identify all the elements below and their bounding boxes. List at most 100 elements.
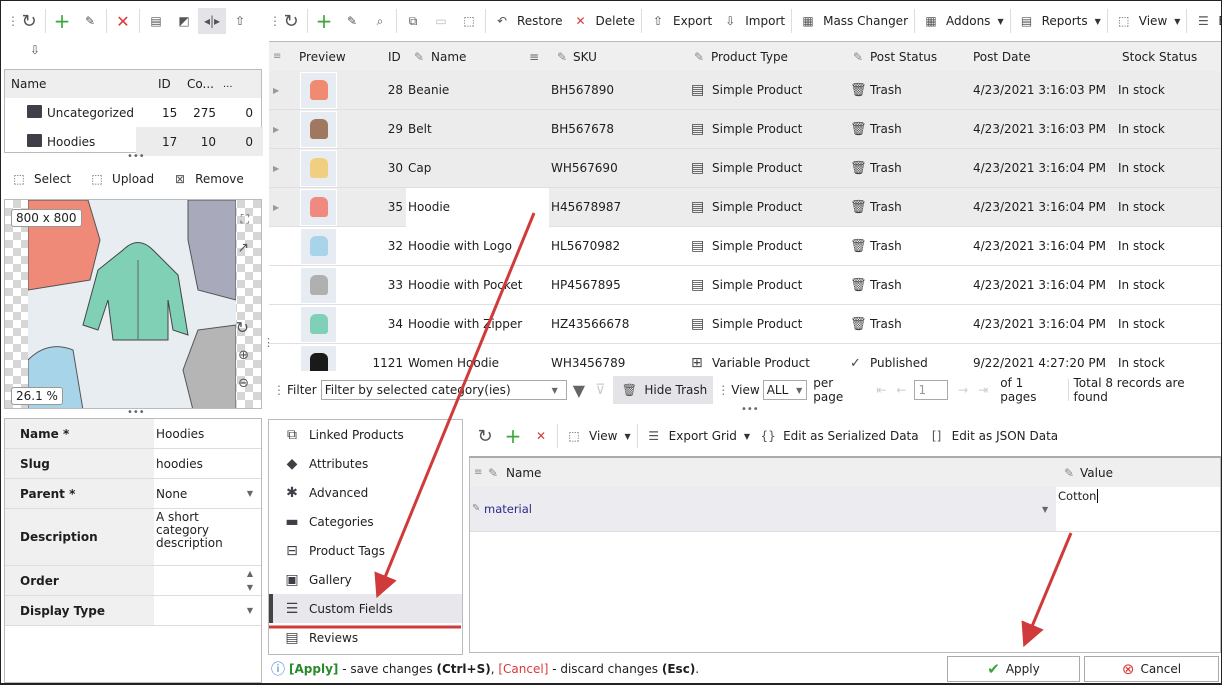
product-stock[interactable]: In stock [1118,200,1165,214]
refresh-button[interactable]: ↻ [15,8,43,34]
import-button[interactable]: ⇩ [21,37,49,63]
product-thumbnail[interactable] [300,110,337,148]
product-thumbnail[interactable] [300,305,337,343]
resize-handle[interactable]: ••• [127,151,145,162]
row-expand-icon[interactable]: ▶ [273,86,279,95]
field-name-cell[interactable]: material [484,502,532,516]
tab-categories[interactable]: ▬ Categories [269,507,462,536]
view-button[interactable]: ⬚ View ▼ [1110,8,1185,34]
product-sku[interactable]: HP4567895 [551,278,621,292]
paste-button[interactable]: ▭ [427,8,455,34]
field-value-input[interactable]: Cotton [1056,487,1220,531]
preview-button[interactable]: ▤ [142,8,170,34]
edit-serialized-button[interactable]: {} Edit as Serialized Data [754,423,923,449]
zoom-out-icon[interactable]: ⊖ [238,376,249,391]
property-input[interactable]: None ▼ [154,479,261,508]
product-row[interactable]: ▶ 29 Belt BH567678 ▤ Simple Product 🗑 Trash 4/23… [269,110,1221,149]
product-sku[interactable]: BH567678 [551,122,614,136]
toggle-button[interactable]: ◩ [170,8,198,34]
product-stock[interactable]: In stock [1118,83,1165,97]
edit-button[interactable]: ✎ [76,8,104,34]
product-type[interactable]: Simple Product [712,278,802,292]
product-name[interactable]: Hoodie [408,200,450,214]
product-name[interactable]: Hoodie with Pocket [408,278,523,292]
product-status[interactable]: Trash [870,200,902,214]
hide-trash-button[interactable]: 🗑 Hide Trash [613,376,714,404]
col-id[interactable]: ID [388,50,401,64]
add-field-button[interactable]: + [499,423,527,449]
mass-changer-button[interactable]: ▦ Mass Changer [794,8,912,34]
product-type[interactable]: Simple Product [712,122,802,136]
refresh-button[interactable]: ↻ [471,423,499,449]
product-status[interactable]: Trash [870,122,902,136]
col-date[interactable]: Post Date [973,50,1031,64]
category-row[interactable]: Uncategorized 15 275 0 [5,98,261,127]
chevron-down-icon[interactable]: ▼ [1042,505,1048,514]
product-type[interactable]: Simple Product [712,83,802,97]
custom-field-row[interactable]: ✎ material ▼ Cotton [470,487,1220,532]
product-name[interactable]: Hoodie with Logo [408,239,512,253]
view-button[interactable]: ⬚ View ▼ [560,423,635,449]
product-row[interactable]: ▶ 35 Hoodie H45678987 ▤ Simple Product 🗑 Trash 4… [269,188,1221,227]
product-stock[interactable]: In stock [1118,356,1165,370]
product-status[interactable]: Trash [870,239,902,253]
prev-page-icon[interactable]: ← [896,383,906,397]
product-name[interactable]: Cap [408,161,431,175]
refresh-button[interactable]: ↻ [277,8,305,34]
product-status[interactable]: Trash [870,317,902,331]
col-name[interactable]: Name [431,50,466,64]
property-input[interactable]: A short category description [154,509,261,565]
last-page-icon[interactable]: ⇥ [978,383,988,397]
product-type[interactable]: Simple Product [712,239,802,253]
product-thumbnail[interactable] [300,344,337,371]
addons-button[interactable]: ▦ Addons ▼ [917,8,1008,34]
tab-product-tags[interactable]: ⊟ Product Tags [269,536,462,565]
resize-handle-3[interactable]: ••• [741,404,759,415]
col-status[interactable]: Post Status [870,50,937,64]
spin-down-icon[interactable]: ▼ [247,583,253,592]
clear-filter-icon[interactable]: ⊽ [595,382,605,398]
product-type[interactable]: Simple Product [712,317,802,331]
tab-attributes[interactable]: ◆ Attributes [269,449,462,478]
fit-icon[interactable]: ⛶ [241,212,249,227]
product-status[interactable]: Published [870,356,928,370]
product-stock[interactable]: In stock [1118,278,1165,292]
product-name[interactable]: Women Hoodie [408,356,499,370]
page-input[interactable]: 1 [914,380,949,400]
product-stock[interactable]: In stock [1118,239,1165,253]
toolbar-grip[interactable]: ⋮ [273,383,285,397]
product-row[interactable]: 1121 Women Hoodie WH3456789 ⊞ Variable Produ… [269,344,1221,371]
product-row[interactable]: 32 Hoodie with Logo HL5670982 ▤ Simple Produ… [269,227,1221,266]
col-other[interactable]: ... [223,79,233,90]
apply-button[interactable]: ✔ Apply [947,656,1080,682]
tab-advanced[interactable]: ✱ Advanced [269,478,462,507]
product-sku[interactable]: HZ43566678 [551,317,629,331]
chevron-down-icon[interactable]: ▼ [247,489,253,498]
import-button[interactable]: ⇩ Import [716,8,789,34]
product-thumbnail[interactable] [300,188,337,226]
select-image-button[interactable]: ⬚ Select [5,166,75,192]
col-sku[interactable]: SKU [573,50,597,64]
cancel-button[interactable]: ⊗ Cancel [1084,656,1219,682]
product-type[interactable]: Simple Product [712,161,802,175]
property-input[interactable]: ▼ [154,596,261,625]
property-input[interactable]: hoodies [154,449,261,478]
product-status[interactable]: Trash [870,278,902,292]
product-name[interactable]: Hoodie with Zipper [408,317,522,331]
product-type[interactable]: Simple Product [712,200,802,214]
copy-button[interactable]: ⧉ [399,8,427,34]
toolbar-grip[interactable]: ⋮ [7,14,19,28]
product-sku[interactable]: BH567890 [551,83,614,97]
product-thumbnail[interactable] [300,149,337,187]
export-grid-button[interactable]: ☰ Export Grid ▼ [640,423,754,449]
edit-product-button[interactable]: ✎ [338,8,366,34]
image-preview[interactable]: 800 x 800 26.1 % ⛶ ↗ ↻ ⊕ ⊖ [4,199,262,409]
edit-json-button[interactable]: [] Edit as JSON Data [923,423,1063,449]
col-preview[interactable]: Preview [299,50,346,64]
toolbar-grip[interactable]: ⋮ [269,14,281,28]
product-row[interactable]: 34 Hoodie with Zipper HZ43566678 ▤ Simple Pr… [269,305,1221,344]
reports-button[interactable]: ▤ Reports ▼ [1013,8,1105,34]
product-stock[interactable]: In stock [1118,161,1165,175]
first-page-icon[interactable]: ⇤ [876,383,886,397]
col-field-value[interactable]: Value [1080,466,1113,480]
